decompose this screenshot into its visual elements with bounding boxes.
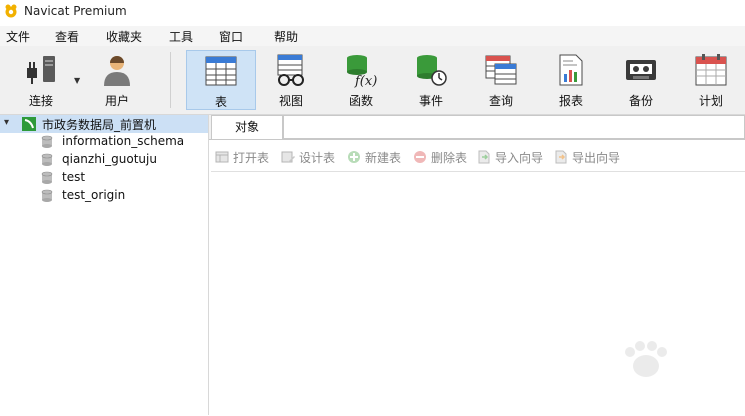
table-button[interactable]: 表 — [186, 50, 256, 110]
user-button[interactable]: 用户 — [84, 50, 150, 110]
design-table-icon — [281, 151, 295, 163]
report-label: 报表 — [558, 94, 583, 108]
user-icon — [104, 56, 130, 86]
navicat-logo-icon — [5, 4, 17, 18]
connect-button[interactable]: 连接 — [8, 50, 74, 110]
backup-button[interactable]: 备份 — [608, 50, 674, 110]
table-icon — [205, 56, 237, 86]
backup-icon — [626, 60, 656, 80]
toolbar-divider — [170, 52, 171, 108]
event-button[interactable]: 事件 — [398, 50, 464, 110]
tab-objects[interactable]: 对象 — [211, 115, 283, 139]
database-label: information_schema — [62, 134, 185, 148]
plug-icon — [27, 56, 55, 84]
connection-label: 市政务数据局_前置机 — [42, 118, 157, 132]
connect-label: 连接 — [28, 94, 53, 108]
open-table-button[interactable]: 打开表 — [215, 148, 277, 166]
new-table-button[interactable]: 新建表 — [347, 148, 409, 166]
table-label: 表 — [214, 95, 227, 109]
query-icon — [485, 55, 517, 85]
open-table-label: 打开表 — [233, 151, 270, 165]
database-item[interactable]: test_origin — [0, 187, 208, 205]
baidu-jingyan-watermark — [625, 341, 667, 377]
menu-bar: 文件 查看 收藏夹 工具 窗口 帮助 — [0, 26, 745, 46]
query-button[interactable]: 查询 — [468, 50, 534, 110]
main-toolbar: 连接 ▼ 用户 表 视图 f(x) 函数 事件 查询 报表 备份 计划 — [0, 46, 745, 115]
database-label: test — [62, 170, 86, 184]
database-item[interactable]: information_schema — [0, 133, 208, 151]
query-label: 查询 — [488, 94, 513, 108]
view-icon — [277, 54, 304, 86]
schedule-icon — [695, 54, 727, 86]
tab-strip-empty — [283, 115, 745, 139]
chevron-down-icon[interactable]: ▼ — [74, 76, 80, 85]
function-icon: f(x) — [347, 55, 377, 88]
database-icon — [41, 153, 53, 166]
schedule-button[interactable]: 计划 — [678, 50, 744, 110]
design-table-label: 设计表 — [299, 151, 336, 165]
title-bar: Navicat Premium — [0, 0, 745, 24]
schedule-label: 计划 — [698, 94, 723, 108]
report-icon — [559, 54, 583, 86]
export-wizard-button[interactable]: 导出向导 — [554, 148, 626, 166]
design-table-button[interactable]: 设计表 — [281, 148, 343, 166]
database-icon — [41, 189, 53, 202]
add-icon — [348, 151, 360, 163]
mysql-connection-icon — [22, 117, 36, 131]
menu-window[interactable]: 窗口 — [219, 28, 243, 45]
connection-tree: ▾ 市政务数据局_前置机 information_schema qianzhi_… — [0, 115, 209, 415]
event-label: 事件 — [418, 94, 443, 108]
import-wizard-button[interactable]: 导入向导 — [477, 148, 549, 166]
object-toolbar: 打开表 设计表 新建表 删除表 导入向导 导出向导 — [209, 145, 745, 169]
function-button[interactable]: f(x) 函数 — [328, 50, 394, 110]
report-button[interactable]: 报表 — [538, 50, 604, 110]
database-item[interactable]: qianzhi_guotuju — [0, 151, 208, 169]
database-label: qianzhi_guotuju — [62, 152, 157, 166]
menu-favorites[interactable]: 收藏夹 — [106, 28, 142, 45]
backup-label: 备份 — [628, 94, 653, 108]
connection-node[interactable]: ▾ 市政务数据局_前置机 — [0, 115, 208, 133]
menu-help[interactable]: 帮助 — [274, 28, 298, 45]
menu-view[interactable]: 查看 — [55, 28, 79, 45]
menu-file[interactable]: 文件 — [6, 28, 30, 45]
import-wizard-label: 导入向导 — [495, 151, 544, 165]
delete-table-button[interactable]: 删除表 — [413, 148, 475, 166]
window-title: Navicat Premium — [24, 4, 127, 18]
function-label: 函数 — [348, 94, 373, 108]
view-label: 视图 — [278, 94, 303, 108]
new-table-label: 新建表 — [365, 151, 402, 165]
database-icon — [41, 135, 53, 148]
delete-icon — [414, 151, 426, 163]
delete-table-label: 删除表 — [431, 151, 468, 165]
chevron-down-icon[interactable]: ▾ — [4, 117, 9, 128]
svg-text:f(x): f(x) — [354, 74, 377, 88]
event-icon — [417, 55, 447, 86]
open-table-icon — [215, 151, 229, 163]
database-icon — [41, 171, 53, 184]
menu-tools[interactable]: 工具 — [169, 28, 193, 45]
user-label: 用户 — [104, 94, 129, 108]
tab-strip: 对象 — [209, 115, 745, 140]
export-wizard-label: 导出向导 — [572, 151, 621, 165]
import-icon — [478, 150, 490, 164]
database-label: test_origin — [62, 188, 126, 202]
export-icon — [555, 150, 567, 164]
view-button[interactable]: 视图 — [258, 50, 324, 110]
database-item[interactable]: test — [0, 169, 208, 187]
